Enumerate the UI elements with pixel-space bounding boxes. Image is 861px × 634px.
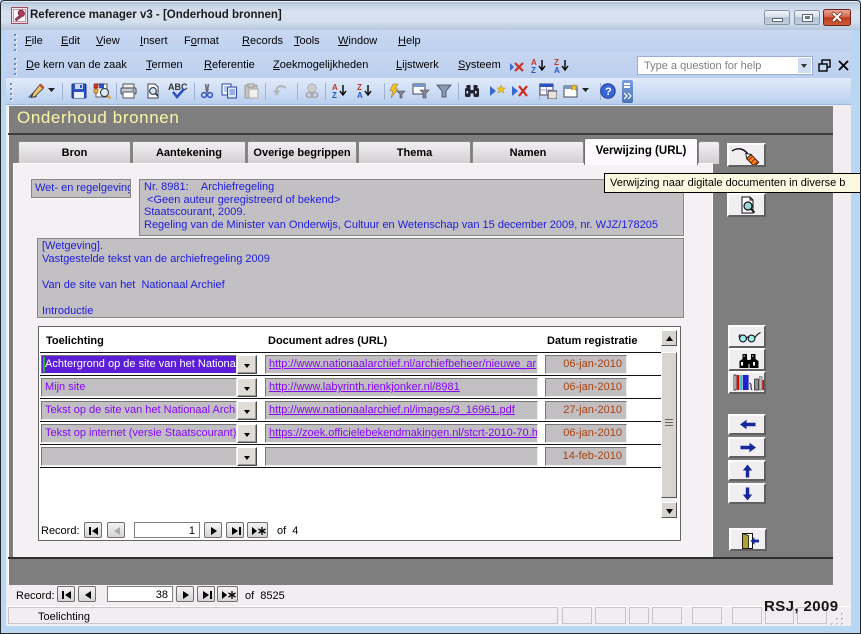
- svg-text:Z: Z: [332, 91, 337, 99]
- svg-text:A: A: [357, 91, 363, 99]
- svg-text:?: ?: [605, 86, 612, 98]
- svg-text:A: A: [554, 66, 560, 74]
- svg-text:Z: Z: [531, 66, 536, 74]
- svg-text:ABC: ABC: [168, 82, 188, 92]
